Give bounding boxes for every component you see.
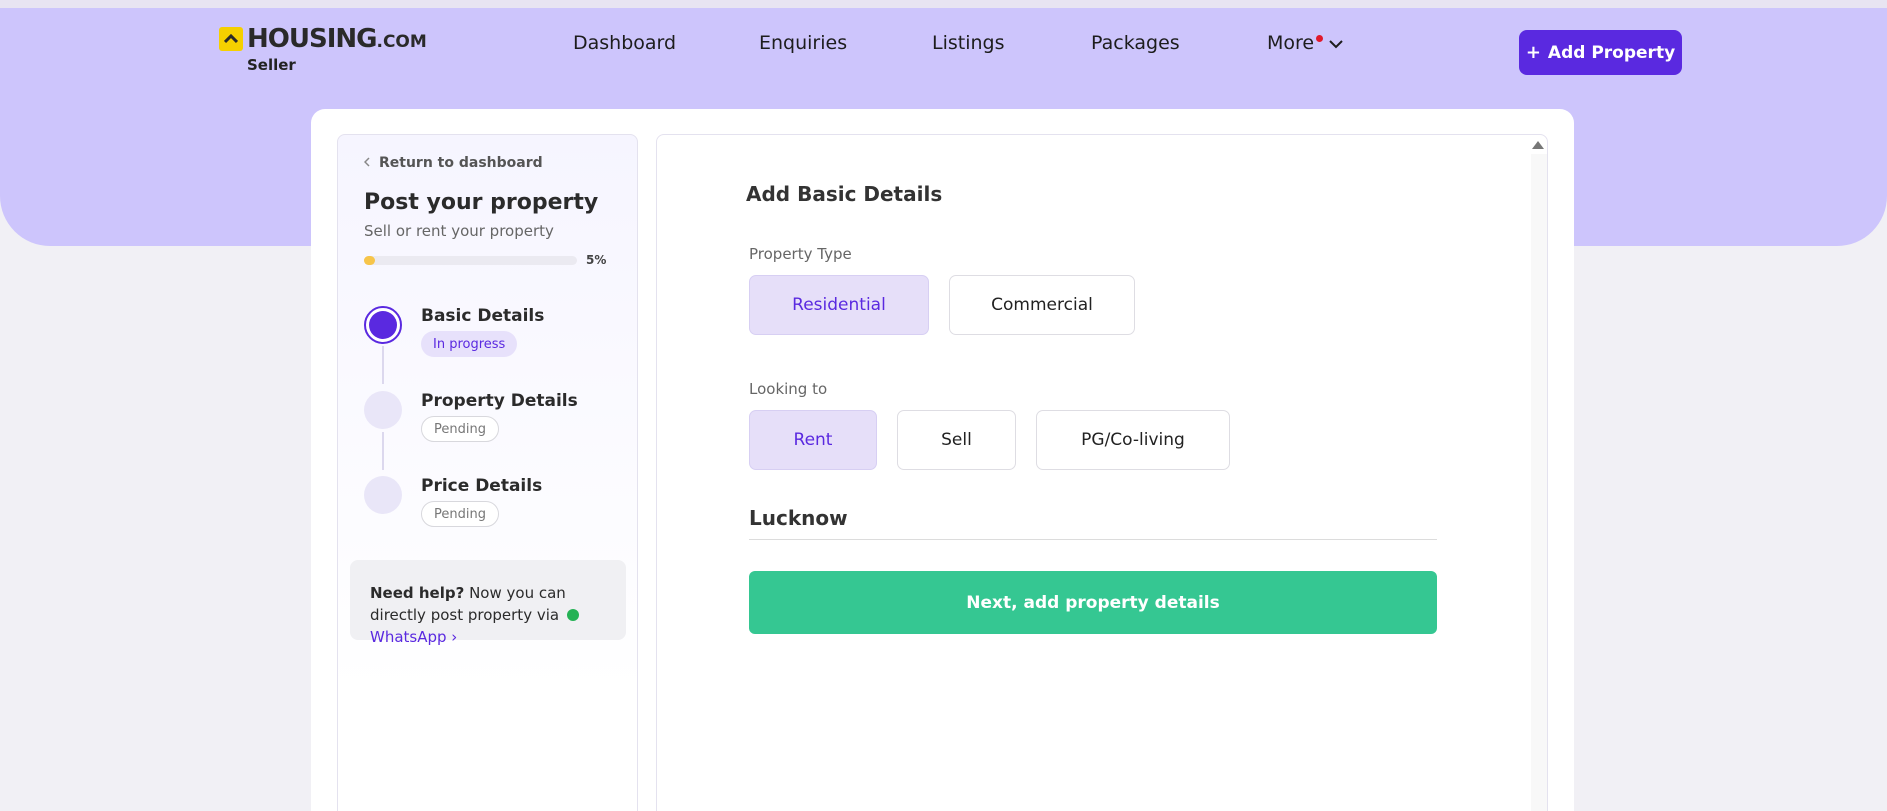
next-add-property-details-button[interactable]: Next, add property details <box>749 571 1437 634</box>
return-label: Return to dashboard <box>379 155 543 171</box>
nav-more-label: More <box>1267 32 1315 54</box>
chevron-left-icon <box>363 155 370 171</box>
help-box: Need help? Now you can directly post pro… <box>350 560 626 646</box>
city-field-underline <box>749 539 1437 540</box>
whatsapp-link[interactable]: WhatsApp › <box>370 628 457 646</box>
step-1-title: Basic Details <box>421 306 545 326</box>
looking-to-rent[interactable]: Rent <box>749 410 877 470</box>
step-3-title: Price Details <box>421 476 543 496</box>
scrollbar[interactable] <box>1531 154 1547 811</box>
logo-subtitle: Seller <box>247 56 296 74</box>
logo-text: HOUSING.COM <box>247 24 427 54</box>
scroll-up-arrow-icon[interactable] <box>1531 139 1545 151</box>
looking-to-pg-coliving[interactable]: PG/Co-living <box>1036 410 1230 470</box>
chevron-down-icon <box>1329 32 1343 54</box>
progress-bar-fill <box>364 256 375 265</box>
whatsapp-link-label: WhatsApp <box>370 628 447 646</box>
notification-dot <box>1316 34 1324 42</box>
basic-details-form <box>656 134 1548 811</box>
looking-to-label: Looking to <box>749 380 828 398</box>
step-connector <box>382 346 384 384</box>
nav-packages[interactable]: Packages <box>1091 32 1180 54</box>
property-type-label: Property Type <box>749 245 852 263</box>
help-bold: Need help? <box>370 584 465 602</box>
return-to-dashboard-link[interactable]: Return to dashboard <box>363 155 543 171</box>
step-3-indicator <box>364 476 402 514</box>
property-type-commercial[interactable]: Commercial <box>949 275 1135 335</box>
add-property-button[interactable]: + Add Property <box>1519 30 1682 75</box>
add-property-label: Add Property <box>1547 42 1676 63</box>
property-type-residential[interactable]: Residential <box>749 275 929 335</box>
whatsapp-icon <box>566 609 579 621</box>
step-1-indicator <box>364 306 402 344</box>
nav-dashboard[interactable]: Dashboard <box>573 32 676 54</box>
nav-enquiries[interactable]: Enquiries <box>759 32 847 54</box>
city-field[interactable]: Lucknow <box>749 506 848 530</box>
step-2-indicator <box>364 391 402 429</box>
sidebar-title: Post your property <box>364 190 599 215</box>
nav-listings[interactable]: Listings <box>932 32 1005 54</box>
sidebar-subtitle: Sell or rent your property <box>364 222 554 240</box>
plus-icon: + <box>1525 42 1541 63</box>
form-title: Add Basic Details <box>746 182 943 206</box>
progress-percent: 5% <box>586 253 607 267</box>
logo-chevron-icon <box>219 27 243 51</box>
step-2-title: Property Details <box>421 391 578 411</box>
step-2-status-badge: Pending <box>421 416 499 442</box>
nav-more-menu[interactable]: More <box>1267 32 1343 54</box>
step-3-status-badge: Pending <box>421 501 499 527</box>
top-border <box>0 0 1887 8</box>
housing-logo[interactable]: HOUSING.COM Seller <box>219 24 427 74</box>
step-connector <box>382 432 384 470</box>
progress-bar <box>364 256 577 265</box>
step-1-status-badge: In progress <box>421 331 518 357</box>
step-1-dot <box>369 311 397 339</box>
looking-to-sell[interactable]: Sell <box>897 410 1016 470</box>
